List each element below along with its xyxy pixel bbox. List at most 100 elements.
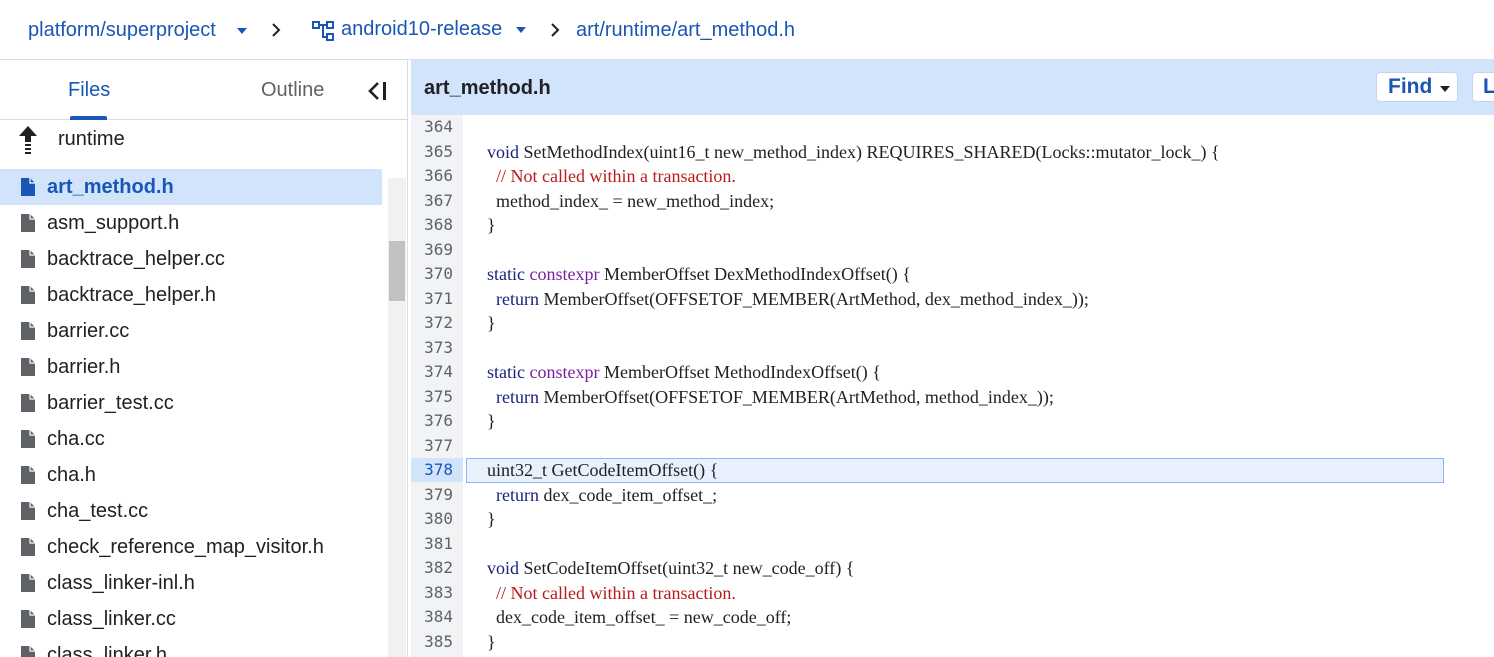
file-icon bbox=[21, 646, 35, 657]
branch-dropdown-icon[interactable] bbox=[516, 27, 526, 33]
line-text: static constexpr MemberOffset DexMethodI… bbox=[487, 264, 911, 284]
line-text: // Not called within a transaction. bbox=[496, 582, 736, 603]
file-sidebar: Files Outline runtime art_method.h asm_su… bbox=[0, 60, 408, 657]
file-icon bbox=[21, 502, 35, 520]
line-number[interactable]: 364 bbox=[411, 115, 453, 139]
line-number[interactable]: 378 bbox=[411, 458, 453, 482]
file-icon bbox=[21, 394, 35, 412]
file-name: cha_test.cc bbox=[47, 500, 149, 522]
file-icon bbox=[21, 358, 35, 376]
find-button[interactable]: Find bbox=[1376, 72, 1458, 102]
code-line: 370 static constexpr MemberOffset DexMeth… bbox=[411, 262, 1494, 286]
file-item[interactable]: class_linker.cc bbox=[0, 601, 382, 637]
project-dropdown-icon[interactable] bbox=[237, 28, 247, 34]
file-name: barrier.cc bbox=[47, 320, 130, 342]
line-number[interactable]: 383 bbox=[411, 581, 453, 605]
code-line: 385} bbox=[411, 630, 1494, 654]
code-line: 372} bbox=[411, 311, 1494, 335]
file-item[interactable]: cha.cc bbox=[0, 421, 382, 457]
file-name: class_linker-inl.h bbox=[47, 572, 195, 594]
file-item[interactable]: asm_support.h bbox=[0, 205, 382, 241]
line-text: } bbox=[487, 631, 496, 652]
branch-link[interactable]: android10-release bbox=[341, 16, 502, 42]
file-icon bbox=[21, 214, 35, 232]
code-header: art_method.h Find L bbox=[411, 60, 1494, 115]
code-line: 377 bbox=[411, 434, 1494, 458]
line-number[interactable]: 374 bbox=[411, 360, 453, 384]
code-line: 376} bbox=[411, 409, 1494, 433]
file-icon bbox=[21, 250, 35, 268]
code-line: 378 uint32_t GetCodeItemOffset() { bbox=[411, 458, 1494, 482]
file-name: backtrace_helper.h bbox=[47, 284, 217, 306]
file-item[interactable]: barrier.cc bbox=[0, 313, 382, 349]
breadcrumb-bar: platform/superproject android10-release … bbox=[0, 0, 1494, 60]
line-number[interactable]: 373 bbox=[411, 336, 453, 360]
line-number[interactable]: 375 bbox=[411, 385, 453, 409]
line-number[interactable]: 382 bbox=[411, 556, 453, 580]
file-icon bbox=[21, 430, 35, 448]
parent-directory-item[interactable]: runtime bbox=[0, 121, 382, 157]
file-item[interactable]: backtrace_helper.cc bbox=[0, 241, 382, 277]
code-line: 380} bbox=[411, 507, 1494, 531]
file-icon bbox=[21, 178, 35, 196]
project-link[interactable]: platform/superproject bbox=[28, 17, 216, 43]
tab-files[interactable]: Files bbox=[68, 78, 110, 102]
parent-directory-label: runtime bbox=[58, 128, 125, 150]
code-line: 383 // Not called within a transaction. bbox=[411, 581, 1494, 605]
line-number[interactable]: 367 bbox=[411, 189, 453, 213]
find-dropdown-icon bbox=[1440, 86, 1450, 92]
toolbar-button-truncated[interactable]: L bbox=[1472, 72, 1494, 102]
file-name: barrier.h bbox=[47, 356, 121, 378]
file-item[interactable]: class_linker-inl.h bbox=[0, 565, 382, 601]
code-line: 366 // Not called within a transaction. bbox=[411, 164, 1494, 188]
file-icon bbox=[21, 322, 35, 340]
file-item[interactable]: cha_test.cc bbox=[0, 493, 382, 529]
sidebar-tabs: Files Outline bbox=[0, 60, 408, 120]
line-number[interactable]: 384 bbox=[411, 605, 453, 629]
file-item[interactable]: check_reference_map_visitor.h bbox=[0, 529, 382, 565]
line-number[interactable]: 369 bbox=[411, 238, 453, 262]
file-path-link[interactable]: art/runtime/art_method.h bbox=[576, 17, 795, 43]
sidebar-scrollbar-thumb[interactable] bbox=[389, 241, 405, 301]
line-number[interactable]: 370 bbox=[411, 262, 453, 286]
file-item[interactable]: barrier_test.cc bbox=[0, 385, 382, 421]
line-number[interactable]: 380 bbox=[411, 507, 453, 531]
line-text: dex_code_item_offset_ = new_code_off; bbox=[496, 607, 792, 627]
file-icon bbox=[21, 538, 35, 556]
line-text: uint32_t GetCodeItemOffset() { bbox=[487, 460, 719, 480]
line-number[interactable]: 372 bbox=[411, 311, 453, 335]
code-line: 364 bbox=[411, 115, 1494, 139]
tab-outline[interactable]: Outline bbox=[261, 78, 324, 102]
file-item[interactable]: art_method.h bbox=[0, 169, 382, 205]
line-number[interactable]: 365 bbox=[411, 140, 453, 164]
line-number[interactable]: 376 bbox=[411, 409, 453, 433]
line-text: method_index_ = new_method_index; bbox=[496, 190, 775, 211]
code-line: 375 return MemberOffset(OFFSETOF_MEMBER(… bbox=[411, 385, 1494, 409]
line-number[interactable]: 366 bbox=[411, 164, 453, 188]
line-number[interactable]: 379 bbox=[411, 483, 453, 507]
file-name: check_reference_map_visitor.h bbox=[47, 536, 324, 558]
line-text: static constexpr MemberOffset MethodInde… bbox=[487, 362, 881, 382]
file-icon bbox=[21, 610, 35, 628]
file-item[interactable]: backtrace_helper.h bbox=[0, 277, 382, 313]
line-number[interactable]: 385 bbox=[411, 630, 453, 654]
line-number[interactable]: 377 bbox=[411, 434, 453, 458]
line-number[interactable]: 371 bbox=[411, 287, 453, 311]
line-text: void SetCodeItemOffset(uint32_t new_code… bbox=[487, 558, 855, 578]
code-line: 381 bbox=[411, 532, 1494, 556]
line-text: } bbox=[487, 411, 496, 431]
arrow-up-icon bbox=[19, 126, 37, 154]
code-line: 382 void SetCodeItemOffset(uint32_t new_c… bbox=[411, 556, 1494, 580]
code-line: 371 return MemberOffset(OFFSETOF_MEMBER(… bbox=[411, 287, 1494, 311]
file-item[interactable]: cha.h bbox=[0, 457, 382, 493]
line-number[interactable]: 368 bbox=[411, 213, 453, 237]
file-name: barrier_test.cc bbox=[47, 392, 174, 414]
file-item[interactable]: class_linker.h bbox=[0, 637, 382, 657]
line-number[interactable]: 381 bbox=[411, 532, 453, 556]
code-line: 373 bbox=[411, 336, 1494, 360]
file-name: backtrace_helper.cc bbox=[47, 248, 225, 270]
file-name: class_linker.cc bbox=[47, 608, 176, 630]
line-text: return MemberOffset(OFFSETOF_MEMBER(ArtM… bbox=[496, 288, 1089, 309]
file-item[interactable]: barrier.h bbox=[0, 349, 382, 385]
collapse-sidebar-icon[interactable] bbox=[365, 78, 391, 104]
